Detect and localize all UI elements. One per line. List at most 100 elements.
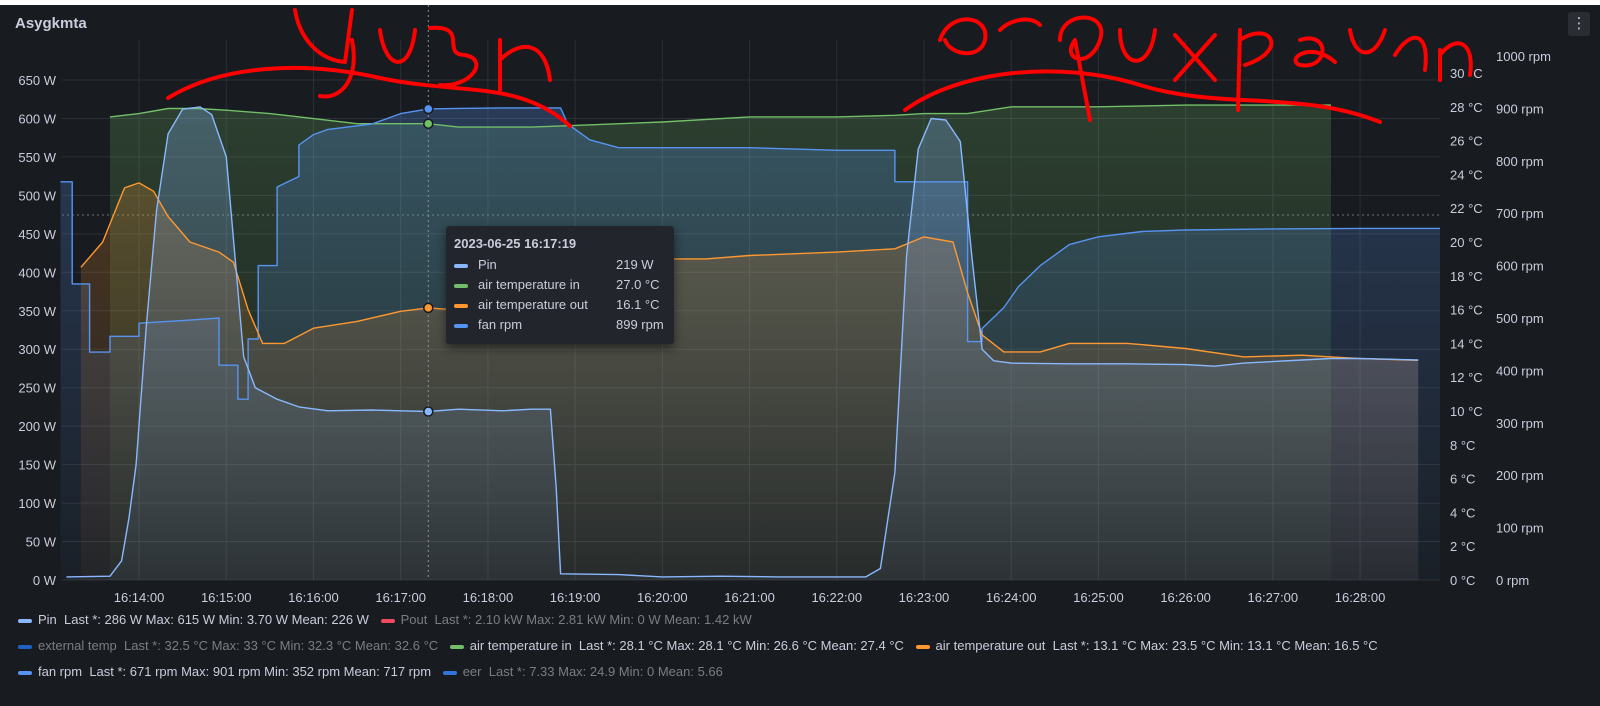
y-axis-temp-tick-label: 28 °C xyxy=(1450,100,1483,115)
y-axis-left-tick-label: 500 W xyxy=(18,188,56,203)
legend-name: fan rpm xyxy=(38,664,83,679)
y-axis-left-tick-label: 650 W xyxy=(18,73,56,88)
y-axis-rpm-tick-label: 600 rpm xyxy=(1496,259,1544,274)
y-axis-rpm-tick-label: 700 rpm xyxy=(1496,206,1544,221)
legend-stats: Last *: 32.5 °C Max: 33 °C Min: 32.3 °C … xyxy=(124,638,439,653)
y-axis-left-tick-label: 400 W xyxy=(18,265,56,280)
tooltip-row-value: 899 rpm xyxy=(616,317,664,332)
x-axis-tick-label: 16:18:00 xyxy=(463,590,514,605)
legend-item-fan-rpm[interactable]: fan rpm Last *: 671 rpm Max: 901 rpm Min… xyxy=(18,664,431,679)
series-fills xyxy=(60,105,1440,581)
hover-marker-Pin xyxy=(423,406,434,417)
y-axis-temp-tick-label: 22 °C xyxy=(1450,201,1483,216)
legend-item-air-temperature-out[interactable]: air temperature out Last *: 13.1 °C Max:… xyxy=(915,638,1378,653)
legend-name: Pin xyxy=(38,612,57,627)
hover-marker-air-temperature-in xyxy=(423,118,434,129)
tooltip-row-pin: Pin 219 W xyxy=(454,257,670,275)
x-axis-tick-label: 16:19:00 xyxy=(550,590,601,605)
x-axis-tick-label: 16:26:00 xyxy=(1160,590,1211,605)
y-axis-left-tick-label: 300 W xyxy=(18,342,56,357)
legend-stats: Last *: 7.33 Max: 24.9 Min: 0 Mean: 5.66 xyxy=(488,664,723,679)
legend-stats: Last *: 28.1 °C Max: 28.1 °C Min: 26.6 °… xyxy=(578,638,904,653)
x-axis-tick-label: 16:27:00 xyxy=(1248,590,1299,605)
y-axis-left-tick-label: 100 W xyxy=(18,496,56,511)
y-axis-rpm-tick-label: 0 rpm xyxy=(1496,573,1529,588)
y-axis-rpm-tick-label: 300 rpm xyxy=(1496,416,1544,431)
x-axis-tick-label: 16:16:00 xyxy=(288,590,339,605)
y-axis-left-tick-label: 350 W xyxy=(18,304,56,319)
legend-name: Pout xyxy=(400,612,428,627)
hover-marker-fan-rpm xyxy=(423,103,434,115)
y-axis-temp-tick-label: 8 °C xyxy=(1450,438,1475,453)
legend-swatch xyxy=(915,644,930,649)
y-axis-left-tick-label: 0 W xyxy=(33,573,57,588)
legend-name: air temperature out xyxy=(935,638,1046,653)
tooltip-row-air-out: air temperature out 16.1 °C xyxy=(454,297,670,315)
legend-item-air-temperature-in[interactable]: air temperature in Last *: 28.1 °C Max: … xyxy=(449,638,904,653)
tooltip-row-value: 219 W xyxy=(616,257,654,272)
y-axis-left-tick-label: 450 W xyxy=(18,227,56,242)
legend-stats: Last *: 13.1 °C Max: 23.5 °C Min: 13.1 °… xyxy=(1052,638,1378,653)
y-axis-temp-tick-label: 20 °C xyxy=(1450,235,1483,250)
time-series-chart[interactable]: 0 W 50 W 100 W 150 W 200 W 250 W 300 W 350 W 400… xyxy=(0,0,1600,610)
tooltip-row-value: 16.1 °C xyxy=(616,297,660,312)
y-axis-temp-tick-label: 24 °C xyxy=(1450,167,1483,182)
fan-rpm-swatch xyxy=(454,324,468,328)
x-axis-tick-label: 16:15:00 xyxy=(201,590,252,605)
y-axis-temp-tick-label: 6 °C xyxy=(1450,472,1475,487)
y-axis-temp-tick-label: 0 °C xyxy=(1450,573,1475,588)
y-axis-left-tick-label: 550 W xyxy=(18,150,56,165)
legend-stats: Last *: 286 W Max: 615 W Min: 3.70 W Mea… xyxy=(64,612,369,627)
tooltip-row-name: air temperature out xyxy=(478,297,588,312)
tooltip-row-name: air temperature in xyxy=(478,277,580,292)
tooltip-row-name: fan rpm xyxy=(478,317,523,332)
air-in-swatch xyxy=(454,284,468,288)
y-axis-left-tick-label: 200 W xyxy=(18,419,56,434)
legend-item-pin[interactable]: Pin Last *: 286 W Max: 615 W Min: 3.70 W… xyxy=(18,612,369,627)
tooltip-row-value: 27.0 °C xyxy=(616,277,660,292)
x-axis-tick-label: 16:24:00 xyxy=(986,590,1037,605)
y-axis-temp-tick-label: 16 °C xyxy=(1450,303,1483,318)
legend-item-pout[interactable]: Pout Last *: 2.10 kW Max: 2.81 kW Min: 0… xyxy=(380,612,752,627)
legend-row-2: external temp Last *: 32.5 °C Max: 33 °C… xyxy=(18,638,1386,653)
y-axis-rpm-tick-label: 400 rpm xyxy=(1496,363,1544,378)
legend-stats: Last *: 2.10 kW Max: 2.81 kW Min: 0 W Me… xyxy=(434,612,752,627)
air-out-swatch xyxy=(454,304,468,308)
hover-marker-air-temperature-out xyxy=(423,302,434,314)
legend-swatch xyxy=(442,670,457,675)
y-axis-rpm-tick-label: 800 rpm xyxy=(1496,154,1544,169)
x-axis-tick-label: 16:17:00 xyxy=(375,590,426,605)
legend-row-3: fan rpm Last *: 671 rpm Max: 901 rpm Min… xyxy=(18,664,731,679)
x-axis-tick-label: 16:25:00 xyxy=(1073,590,1124,605)
y-axis-left-tick-label: 600 W xyxy=(18,111,56,126)
y-axis-temp-tick-label: 14 °C xyxy=(1450,336,1483,351)
pin-swatch xyxy=(454,264,468,268)
y-axis-left-tick-label: 50 W xyxy=(26,535,57,550)
x-axis-tick-label: 16:21:00 xyxy=(724,590,775,605)
legend-swatch xyxy=(18,670,32,675)
y-axis-temp-tick-label: 10 °C xyxy=(1450,404,1483,419)
legend-stats: Last *: 671 rpm Max: 901 rpm Min: 352 rp… xyxy=(89,664,432,679)
y-axis-rpm-tick-label: 100 rpm xyxy=(1496,521,1544,536)
y-axis-left-tick-label: 150 W xyxy=(18,458,56,473)
x-axis-tick-label: 16:28:00 xyxy=(1335,590,1386,605)
legend-name: eer xyxy=(462,664,482,679)
y-axis-temp-tick-label: 12 °C xyxy=(1450,370,1483,385)
y-axis-temp-tick-label: 26 °C xyxy=(1450,134,1483,149)
legend-item-eer[interactable]: eer Last *: 7.33 Max: 24.9 Min: 0 Mean: … xyxy=(442,664,723,679)
y-axis-temp-tick-label: 30 °C xyxy=(1450,66,1483,81)
legend-swatch xyxy=(380,618,395,623)
tooltip-row-name: Pin xyxy=(478,257,497,272)
legend-name: air temperature in xyxy=(469,638,572,653)
legend-swatch xyxy=(449,644,464,649)
y-axis-rpm-tick-label: 500 rpm xyxy=(1496,311,1544,326)
y-axis-temp-tick-label: 2 °C xyxy=(1450,539,1475,554)
tooltip-row-fan-rpm: fan rpm 899 rpm xyxy=(454,317,670,335)
y-axis-temp-tick-label: 4 °C xyxy=(1450,505,1475,520)
x-axis-tick-label: 16:23:00 xyxy=(899,590,950,605)
y-axis-rpm-tick-label: 200 rpm xyxy=(1496,468,1544,483)
legend-item-external-temp[interactable]: external temp Last *: 32.5 °C Max: 33 °C… xyxy=(18,638,438,653)
x-axis-tick-label: 16:14:00 xyxy=(114,590,165,605)
legend-name: external temp xyxy=(38,638,117,653)
legend-swatch xyxy=(18,618,32,623)
